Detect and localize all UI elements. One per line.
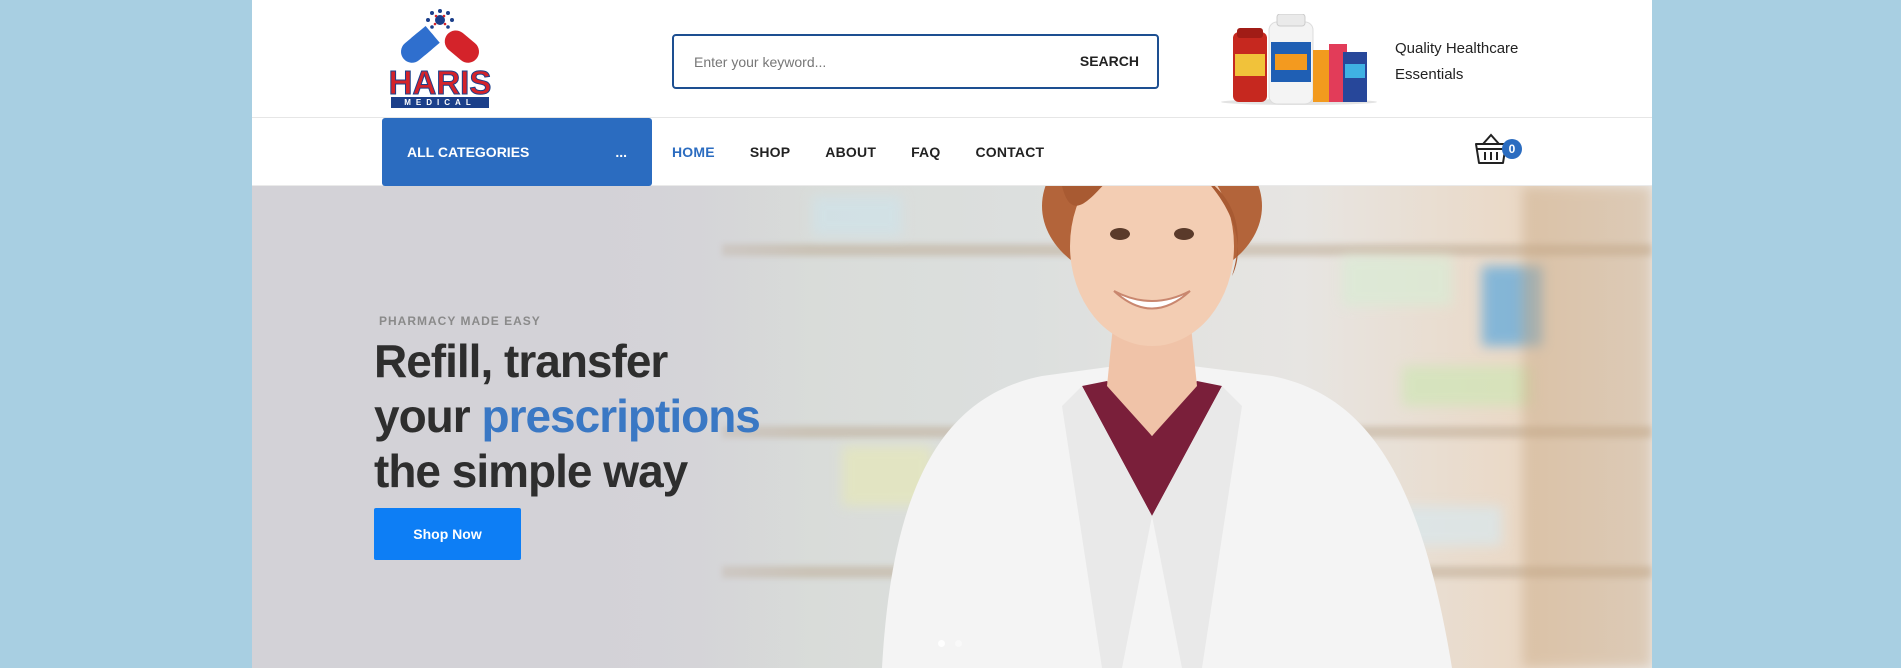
slider-dot-2[interactable]	[955, 640, 962, 647]
page: HARIS MEDICAL SEARCH Quality Healthca	[252, 0, 1652, 668]
shop-now-button[interactable]: Shop Now	[374, 508, 521, 560]
nav-item-contact[interactable]: CONTACT	[975, 118, 1044, 186]
cart-count-badge: 0	[1502, 139, 1522, 159]
nav-item-about[interactable]: ABOUT	[825, 118, 876, 186]
hero-title-line-3: the simple way	[374, 445, 688, 497]
more-icon: ...	[615, 144, 627, 160]
promo-line-1: Quality Healthcare	[1395, 40, 1519, 57]
search-bar: SEARCH	[672, 34, 1159, 89]
all-categories-label: ALL CATEGORIES	[407, 144, 530, 160]
hero-title-highlight: prescriptions	[481, 390, 760, 442]
site-header: HARIS MEDICAL SEARCH Quality Healthca	[252, 0, 1652, 118]
hero-slider: PHARMACY MADE EASY Refill, transfer your…	[252, 186, 1652, 668]
logo-subtitle: MEDICAL	[391, 97, 489, 108]
nav-item-shop[interactable]: SHOP	[750, 118, 790, 186]
search-button[interactable]: SEARCH	[1080, 36, 1139, 87]
hero-title: Refill, transfer your prescriptions the …	[374, 334, 761, 499]
slider-dot-1[interactable]	[938, 640, 945, 647]
hero-title-line-1: Refill, transfer	[374, 335, 668, 387]
hero-title-line-2-text: your	[374, 390, 482, 442]
hero-title-line-2: your prescriptions	[374, 389, 761, 444]
search-input[interactable]	[694, 36, 1054, 87]
hero-kicker: PHARMACY MADE EASY	[379, 314, 541, 328]
promo-line-2: Essentials	[1395, 66, 1464, 83]
shelf-wall-decoration	[1522, 186, 1652, 668]
logo-capsules-icon	[400, 9, 480, 63]
logo-wordmark: HARIS	[388, 64, 492, 101]
site-logo[interactable]: HARIS MEDICAL	[388, 8, 492, 108]
promo-tagline: Quality Healthcare Essentials	[1395, 36, 1545, 88]
slider-dots	[938, 640, 972, 647]
nav-menu: HOME SHOP ABOUT FAQ CONTACT	[672, 118, 1079, 186]
pharmacist-photo	[882, 186, 1452, 668]
nav-item-home[interactable]: HOME	[672, 118, 715, 186]
cart-button[interactable]: 0	[1474, 132, 1524, 172]
main-nav: ALL CATEGORIES ... HOME SHOP ABOUT FAQ C…	[252, 118, 1652, 186]
products-banner-image	[1221, 14, 1377, 105]
all-categories-button[interactable]: ALL CATEGORIES ...	[382, 118, 652, 186]
nav-item-faq[interactable]: FAQ	[911, 118, 940, 186]
